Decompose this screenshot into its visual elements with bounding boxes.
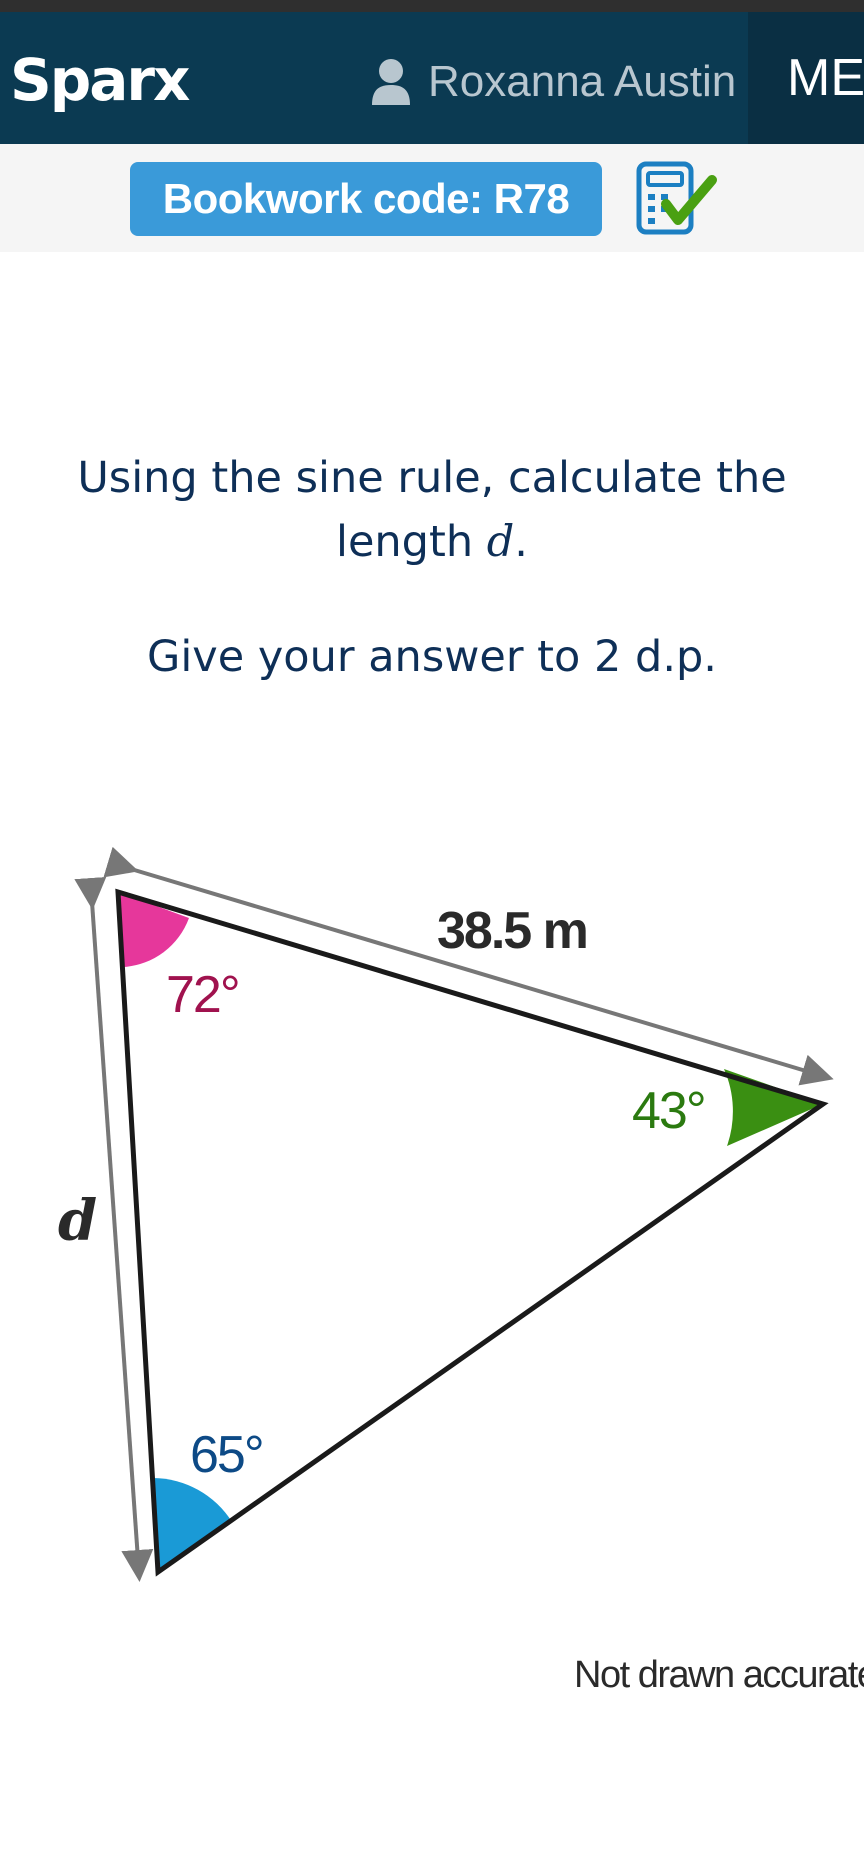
- calculator-check-icon[interactable]: [636, 160, 718, 236]
- question-variable: d: [486, 517, 515, 567]
- question-length-word: length: [336, 517, 487, 567]
- menu-button[interactable]: ME: [748, 12, 864, 144]
- user-account[interactable]: Roxanna Austin: [370, 52, 736, 112]
- angle-label-65: 65°: [190, 1426, 263, 1484]
- user-name: Roxanna Austin: [428, 57, 737, 106]
- not-drawn-accurately-note: Not drawn accurately: [574, 1654, 864, 1696]
- side-label-38-5: 38.5 m: [437, 902, 587, 960]
- angle-label-43: 43°: [632, 1082, 705, 1140]
- menu-label: ME: [787, 49, 864, 107]
- question-line-end: .: [514, 517, 528, 567]
- side-arrow-d: [74, 876, 154, 1582]
- side-label-d: d: [58, 1188, 97, 1254]
- question-line-1: Using the sine rule, calculate the: [77, 453, 787, 503]
- bookwork-bar: Bookwork code: R78: [0, 144, 864, 252]
- bookwork-code-badge[interactable]: Bookwork code: R78: [130, 162, 602, 236]
- angle-label-72: 72°: [166, 966, 239, 1024]
- question-text: Using the sine rule, calculate the lengt…: [0, 446, 864, 574]
- instruction-text: Give your answer to 2 d.p.: [147, 632, 717, 682]
- angle-sector-65: [153, 1478, 232, 1572]
- user-icon: [372, 59, 410, 105]
- top-navbar: Sparx Roxanna Austin ME: [0, 12, 864, 144]
- question-line-2: length d.: [0, 510, 864, 574]
- triangle-diagram: 38.5 m d 72° 43° 65°: [58, 846, 834, 1582]
- status-strip: [0, 0, 864, 12]
- sparx-logo[interactable]: Sparx: [10, 46, 190, 114]
